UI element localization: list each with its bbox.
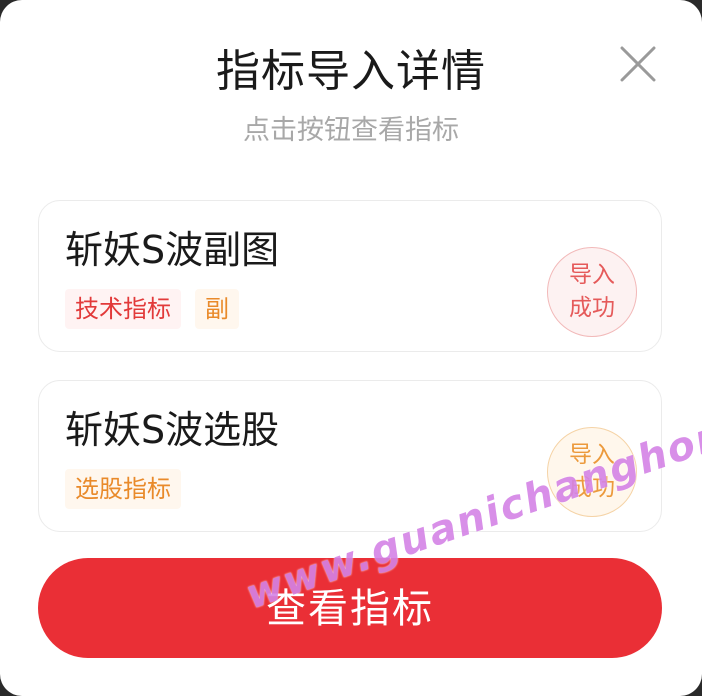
indicator-tags: 选股指标	[65, 469, 181, 509]
indicator-card-subchart: 斩妖S波副图 技术指标 副 导入 成功	[38, 200, 662, 352]
stamp-line-1: 导入	[569, 262, 615, 288]
tag-technical-indicator: 技术指标	[65, 289, 181, 329]
import-success-stamp: 导入 成功	[547, 247, 637, 337]
stamp-line-2: 成功	[569, 295, 615, 321]
dialog-subtitle: 点击按钮查看指标	[243, 115, 459, 146]
indicator-tags: 技术指标 副	[65, 289, 239, 329]
indicator-name: 斩妖S波副图	[65, 228, 280, 272]
tag-stock-selection-indicator: 选股指标	[65, 469, 181, 509]
close-icon	[620, 46, 656, 82]
dialog-title: 指标导入详情	[216, 46, 486, 97]
indicator-name: 斩妖S波选股	[65, 408, 280, 452]
import-details-dialog: 指标导入详情 点击按钮查看指标 斩妖S波副图 技术指标 副 导入 成功 斩妖S波…	[0, 0, 702, 696]
tag-sub: 副	[195, 289, 239, 329]
close-button[interactable]	[614, 40, 662, 88]
